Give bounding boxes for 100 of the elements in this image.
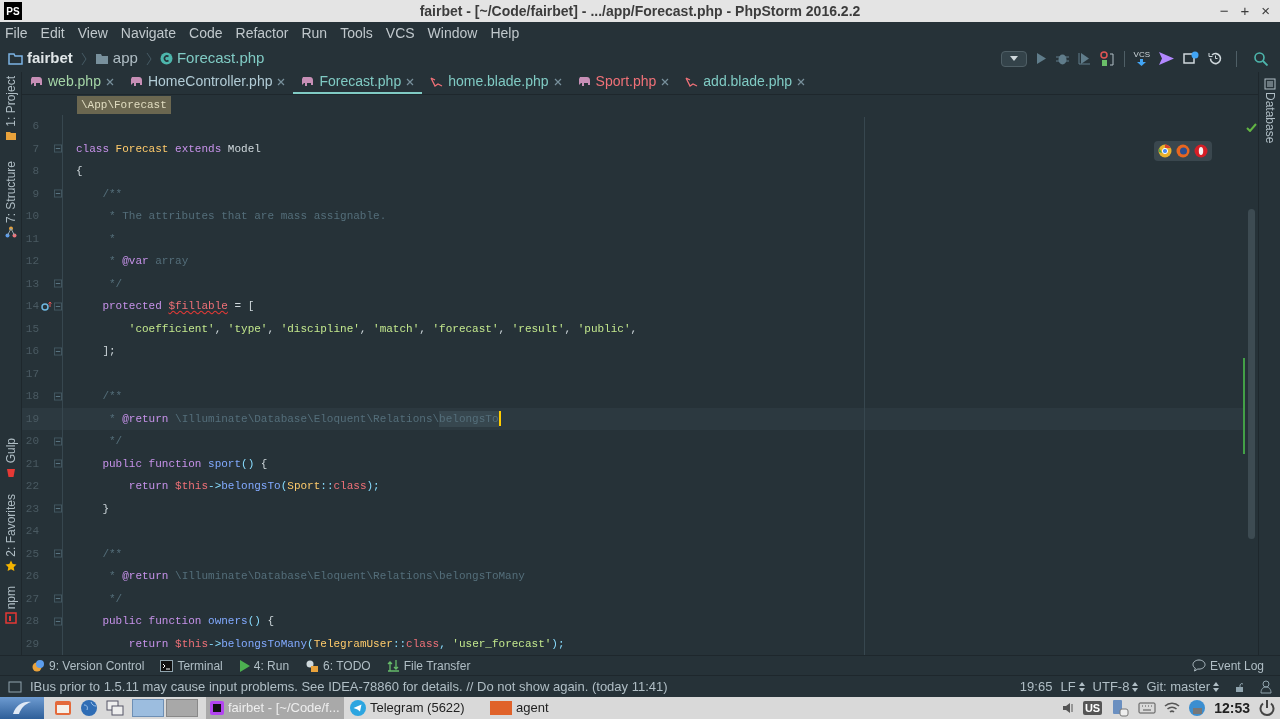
close-icon[interactable]	[661, 77, 670, 86]
caret-position[interactable]: 19:65	[1019, 676, 1053, 697]
code-line: */	[108, 434, 123, 449]
lock-icon[interactable]	[1235, 681, 1244, 692]
window-title: fairbet - [~/Code/fairbet] - .../app/Forecast.php - PhpStorm 2016.2.2	[418, 1, 862, 21]
fold-marker-icon[interactable]	[54, 436, 62, 446]
code-line: protected $fillable = [	[101, 299, 255, 314]
menu-item[interactable]: File	[5, 23, 28, 44]
tool-window-button[interactable]: 1: Project	[3, 76, 18, 127]
fold-marker-icon[interactable]	[54, 616, 62, 626]
file-transfer-icon	[386, 659, 400, 672]
breadcrumb-item[interactable]: fairbet	[27, 47, 73, 70]
fold-marker-icon[interactable]	[54, 279, 62, 289]
folder-icon	[8, 52, 23, 65]
start-menu-button[interactable]	[0, 697, 44, 719]
globe-icon[interactable]	[80, 699, 98, 717]
menu-item[interactable]: Window	[427, 23, 478, 44]
history-icon[interactable]	[1208, 51, 1223, 66]
fold-marker-icon[interactable]	[54, 549, 62, 559]
event-log-button[interactable]: Event Log	[1209, 656, 1264, 675]
run-configuration-dropdown[interactable]	[1000, 50, 1027, 67]
tool-window-button[interactable]: File Transfer	[386, 656, 471, 675]
tool-window-button[interactable]: 6: TODO	[305, 656, 371, 675]
remote-host-icon[interactable]	[1183, 51, 1199, 66]
file-tab[interactable]: home.blade.php	[422, 71, 570, 94]
monitor-icon[interactable]	[8, 680, 22, 693]
chrome-icon[interactable]	[1158, 144, 1172, 158]
keyboard-layout-indicator[interactable]: US	[1082, 701, 1103, 715]
fold-marker-icon[interactable]	[54, 504, 62, 514]
taskbar-button[interactable]: agent	[486, 697, 624, 719]
breadcrumb-item[interactable]: app	[112, 47, 138, 70]
git-branch-selector[interactable]: Git: master	[1146, 676, 1219, 697]
up-down-arrows-icon	[1132, 681, 1139, 692]
wifi-icon[interactable]	[1164, 701, 1181, 715]
tool-window-button[interactable]: Gulp	[3, 437, 18, 464]
clock[interactable]: 12:53	[1214, 697, 1250, 719]
tool-window-button[interactable]: 9: Version Control	[32, 656, 145, 675]
close-icon[interactable]	[553, 77, 562, 86]
menu-item[interactable]: View	[77, 23, 108, 44]
send-icon[interactable]	[1159, 52, 1174, 65]
close-icon[interactable]	[105, 77, 114, 86]
fold-marker-icon[interactable]	[54, 391, 62, 401]
menu-item[interactable]: VCS	[385, 23, 415, 44]
tool-window-button[interactable]: 4: Run	[238, 656, 290, 675]
menu-item[interactable]: Edit	[40, 23, 65, 44]
clipboard-icon[interactable]	[1110, 699, 1131, 717]
windows-icon[interactable]	[106, 699, 124, 717]
opera-icon[interactable]	[1194, 144, 1208, 158]
file-manager-icon[interactable]	[54, 699, 72, 717]
menu-item[interactable]: Code	[189, 23, 223, 44]
code-line: {	[75, 164, 83, 179]
encoding-selector[interactable]: UTF-8	[1092, 676, 1139, 697]
network-icon[interactable]	[1188, 699, 1207, 717]
file-tab[interactable]: Sport.php	[569, 71, 678, 94]
up-down-arrows-icon	[1213, 681, 1219, 692]
minimize-button[interactable]: −	[1217, 0, 1231, 23]
fold-marker-icon[interactable]	[54, 301, 62, 311]
fold-marker-icon[interactable]	[54, 346, 62, 356]
menu-item[interactable]: Run	[301, 23, 328, 44]
folder-icon	[4, 129, 17, 141]
power-icon[interactable]	[1258, 699, 1276, 717]
keyboard-icon[interactable]	[1138, 701, 1157, 715]
fold-marker-icon[interactable]	[54, 189, 62, 199]
vcs-update-button[interactable]: VCS	[1133, 51, 1150, 66]
arrow-down-icon	[1137, 59, 1147, 66]
search-icon[interactable]	[1254, 51, 1268, 66]
fold-marker-icon[interactable]	[54, 144, 62, 154]
fold-marker-icon[interactable]	[54, 594, 62, 604]
tool-window-button[interactable]: 2: Favorites	[3, 494, 18, 557]
file-tab[interactable]: Forecast.php	[293, 71, 423, 94]
tool-window-button[interactable]: 7: Structure	[3, 160, 18, 223]
file-tab[interactable]: web.php	[22, 71, 122, 94]
menu-item[interactable]: Navigate	[120, 23, 177, 44]
tool-window-button[interactable]: Database	[1262, 92, 1277, 144]
workspace-switcher[interactable]	[132, 699, 198, 717]
breadcrumb-item[interactable]: Forecast.php	[176, 47, 265, 70]
menu-item[interactable]: Refactor	[235, 23, 289, 44]
run-icon[interactable]	[1035, 52, 1047, 65]
scrollbar-thumb[interactable]	[1248, 209, 1255, 539]
close-icon[interactable]	[406, 77, 415, 86]
override-icon[interactable]	[41, 301, 52, 312]
code-line: }	[101, 501, 109, 517]
fold-marker-icon[interactable]	[54, 459, 62, 469]
line-separator-selector[interactable]: LF	[1060, 676, 1085, 697]
folder-icon	[490, 701, 512, 715]
close-icon[interactable]	[277, 77, 286, 86]
menu-item[interactable]: Tools	[340, 23, 373, 44]
speaker-icon[interactable]	[1060, 701, 1075, 715]
taskbar-button[interactable]: Telegram (5622)	[346, 697, 484, 719]
close-icon[interactable]	[797, 77, 806, 86]
close-button[interactable]: ×	[1259, 0, 1272, 23]
menu-item[interactable]: Help	[490, 23, 520, 44]
file-tab[interactable]: HomeController.php	[121, 71, 294, 94]
bug-icon[interactable]	[1055, 52, 1069, 65]
tool-window-button[interactable]: Terminal	[160, 656, 223, 675]
file-tab[interactable]: add.blade.php	[677, 71, 814, 94]
scope-breadcrumb[interactable]: \App\Forecast	[77, 95, 171, 115]
tool-window-button[interactable]: npm	[3, 585, 18, 610]
maximize-button[interactable]: +	[1238, 0, 1252, 23]
coverage-run-icon[interactable]	[1077, 52, 1091, 65]
